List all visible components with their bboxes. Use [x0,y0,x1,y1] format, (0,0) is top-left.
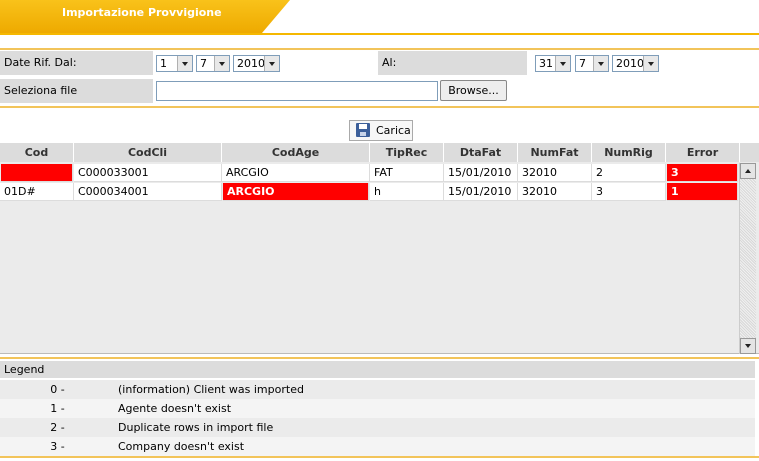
form-divider-top [0,48,759,50]
cell-codage: ARCGIO [223,183,369,201]
cell-codage: ARCGIO [222,164,370,182]
legend-title: Legend [0,361,755,378]
header-divider [0,33,759,35]
cell-tiprec: h [370,183,444,201]
date-to-month-value: 7 [579,57,586,70]
date-to-year-select[interactable]: 2010 [612,55,659,72]
col-header-codage[interactable]: CodAge [222,143,370,162]
legend-desc: Duplicate rows in import file [118,421,274,434]
col-header-tiprec[interactable]: TipRec [370,143,444,162]
legend-code: 2 - [50,421,65,434]
chevron-down-icon [643,56,658,71]
file-label: Seleziona file [0,79,153,103]
legend-desc: Company doesn't exist [118,440,245,453]
scroll-down-arrow-icon[interactable] [740,338,756,354]
table-row[interactable]: C000033001 ARCGIO FAT 15/01/2010 32010 2… [0,164,740,182]
chevron-down-icon [264,56,279,71]
legend-code: 3 - [50,440,65,453]
cell-numfat: 32010 [518,164,592,182]
file-path-input[interactable] [156,81,438,101]
date-from-month-select[interactable]: 7 [196,55,230,72]
date-from-year-value: 2010 [237,57,265,70]
col-header-error[interactable]: Error [666,143,740,162]
legend-item: 1 - Agente doesn't exist [0,399,755,418]
col-header-dtafat[interactable]: DtaFat [444,143,518,162]
floppy-disk-icon [356,123,370,137]
legend-desc: (information) Client was imported [118,383,304,396]
table-row[interactable]: 01D# C000034001 ARCGIO h 15/01/2010 3201… [0,183,740,201]
date-to-label: Al: [378,51,527,75]
date-to-month-select[interactable]: 7 [575,55,609,72]
col-header-cod[interactable]: Cod [0,143,74,162]
cell-tiprec: FAT [370,164,444,182]
cell-error: 3 [667,164,738,182]
cell-cod [1,164,73,182]
date-to-day-value: 31 [539,57,553,70]
grid-scrollbar[interactable] [739,163,756,354]
chevron-down-icon [177,56,192,71]
legend-item: 2 - Duplicate rows in import file [0,418,755,437]
col-header-numrig[interactable]: NumRig [592,143,666,162]
date-to-day-select[interactable]: 31 [535,55,571,72]
date-from-day-value: 1 [160,57,167,70]
col-header-numfat[interactable]: NumFat [518,143,592,162]
cell-codcli: C000033001 [74,164,222,182]
cell-numrig: 2 [592,164,666,182]
carica-button[interactable]: Carica [349,120,413,141]
cell-numrig: 3 [592,183,666,201]
chevron-down-icon [593,56,608,71]
grid-header: Cod CodCli CodAge TipRec DtaFat NumFat N… [0,143,759,162]
form-divider-bottom [0,106,759,108]
chevron-down-icon [214,56,229,71]
scroll-up-arrow-icon[interactable] [740,163,756,179]
legend-item: 3 - Company doesn't exist [0,437,755,456]
date-from-year-select[interactable]: 2010 [233,55,280,72]
legend-divider-top [0,357,759,359]
date-from-label: Date Rif. Dal: [0,51,153,75]
legend-item: 0 - (information) Client was imported [0,380,755,399]
page-title: Importazione Provvigione [62,6,222,19]
page-header: Importazione Provvigione [0,0,759,35]
date-from-day-select[interactable]: 1 [156,55,193,72]
date-to-year-value: 2010 [616,57,644,70]
cell-error: 1 [667,183,738,201]
date-from-month-value: 7 [200,57,207,70]
cell-dtafat: 15/01/2010 [444,183,518,201]
cell-dtafat: 15/01/2010 [444,164,518,182]
import-grid: Cod CodCli CodAge TipRec DtaFat NumFat N… [0,143,759,354]
cell-numfat: 32010 [518,183,592,201]
cell-cod: 01D# [0,183,74,201]
legend-divider-bottom [0,456,759,458]
legend-code: 1 - [50,402,65,415]
browse-button[interactable]: Browse... [440,80,507,101]
cell-codcli: C000034001 [74,183,222,201]
carica-label: Carica [376,124,411,137]
col-header-codcli[interactable]: CodCli [74,143,222,162]
legend-code: 0 - [50,383,65,396]
legend-desc: Agente doesn't exist [118,402,232,415]
chevron-down-icon [555,56,570,71]
